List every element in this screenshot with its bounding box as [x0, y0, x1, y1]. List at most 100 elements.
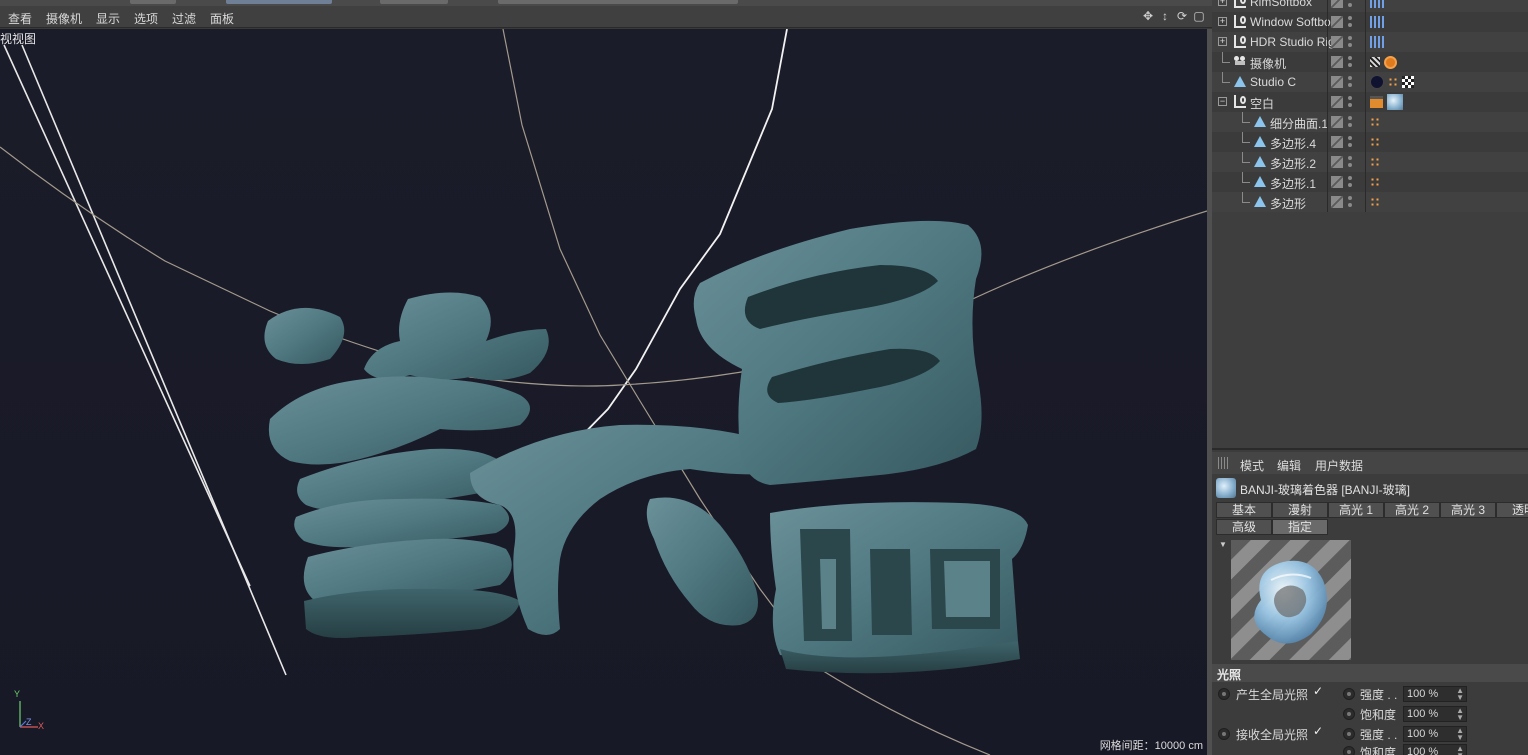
expand-toggle-icon[interactable]: +	[1218, 0, 1227, 6]
maximize-view-icon[interactable]: ▢	[1192, 9, 1206, 23]
render-visibility-dot[interactable]	[1348, 83, 1352, 87]
menu-filter[interactable]: 过滤	[172, 10, 196, 27]
material-tab[interactable]: 高光 1	[1328, 502, 1384, 518]
saturation-1-field[interactable]: 100 % ▲ ▼	[1403, 706, 1467, 722]
saturation-2-field[interactable]: 100 %▲▼	[1403, 744, 1467, 755]
object-row[interactable]: 摄像机	[1212, 52, 1528, 72]
layer-toggle[interactable]	[1331, 156, 1343, 168]
no-entry-tag-icon[interactable]	[1384, 55, 1397, 69]
object-row[interactable]: + HDR Studio Rig	[1212, 32, 1528, 52]
gi-generate-checkbox[interactable]: ✓	[1313, 684, 1323, 698]
layer-toggle[interactable]	[1331, 196, 1343, 208]
editor-visibility-dot[interactable]	[1348, 36, 1352, 40]
menu-panel[interactable]: 面板	[210, 10, 234, 27]
target-tag-icon[interactable]	[1370, 36, 1384, 48]
object-tags[interactable]	[1370, 155, 1380, 169]
collapse-arrow-icon[interactable]: ▼	[1219, 540, 1227, 549]
object-name[interactable]: 多边形.2	[1270, 155, 1316, 172]
object-tags[interactable]	[1370, 0, 1384, 9]
object-name[interactable]: 细分曲面.1	[1270, 115, 1328, 132]
gi-receive-radio[interactable]	[1218, 728, 1230, 740]
menu-view[interactable]: 查看	[8, 10, 32, 27]
render-visibility-dot[interactable]	[1348, 183, 1352, 187]
glass-material-tag-icon[interactable]	[1387, 94, 1403, 110]
material-tab[interactable]: 高光 3	[1440, 502, 1496, 518]
section-lighting-header[interactable]: 光照	[1212, 664, 1528, 682]
editor-visibility-dot[interactable]	[1348, 136, 1352, 140]
render-visibility-dot[interactable]	[1348, 123, 1352, 127]
clapper-tag-icon[interactable]	[1370, 96, 1383, 108]
expand-toggle-icon[interactable]: +	[1218, 17, 1227, 26]
render-visibility-dot[interactable]	[1348, 143, 1352, 147]
am-menu-edit[interactable]: 编辑	[1277, 457, 1301, 474]
object-name[interactable]: Window Softbox	[1250, 15, 1337, 29]
editor-visibility-dot[interactable]	[1348, 16, 1352, 20]
object-name[interactable]: 多边形.4	[1270, 135, 1316, 152]
layer-toggle[interactable]	[1331, 56, 1343, 68]
layer-toggle[interactable]	[1331, 36, 1343, 48]
editor-visibility-dot[interactable]	[1348, 176, 1352, 180]
expand-toggle-icon[interactable]: −	[1218, 97, 1227, 106]
checker-tag-icon[interactable]	[1402, 76, 1414, 88]
editor-visibility-dot[interactable]	[1348, 76, 1352, 80]
object-row[interactable]: + RimSoftbox	[1212, 0, 1528, 12]
object-manager-panel[interactable]: + RimSoftbox + Window Softbox + HDR Studio Ri…	[1212, 0, 1528, 448]
object-tags[interactable]	[1370, 35, 1384, 49]
menu-camera[interactable]: 摄像机	[46, 10, 82, 27]
material-tab[interactable]: 基本	[1216, 502, 1272, 518]
material-tab[interactable]: 高级	[1216, 519, 1272, 535]
grip-icon[interactable]	[1218, 457, 1230, 469]
strength-2-field[interactable]: 100 % ▲ ▼	[1403, 726, 1467, 742]
am-menu-userdata[interactable]: 用户数据	[1315, 457, 1363, 474]
am-menu-mode[interactable]: 模式	[1240, 457, 1264, 474]
target-tag-icon[interactable]	[1370, 16, 1384, 28]
material-tab[interactable]: 指定	[1272, 519, 1328, 535]
object-tags[interactable]	[1370, 15, 1384, 29]
object-row[interactable]: + Window Softbox	[1212, 12, 1528, 32]
layer-toggle[interactable]	[1331, 0, 1343, 8]
menu-options[interactable]: 选项	[134, 10, 158, 27]
phong-tag-icon[interactable]	[1370, 157, 1380, 167]
expand-toggle-icon[interactable]: +	[1218, 37, 1227, 46]
object-row[interactable]: 多边形.2	[1212, 152, 1528, 172]
saturation-1-radio[interactable]	[1343, 708, 1355, 720]
material-tab[interactable]: 高光 2	[1384, 502, 1440, 518]
render-visibility-dot[interactable]	[1348, 63, 1352, 67]
phong-tag-icon[interactable]	[1388, 77, 1398, 87]
object-list-empty-area[interactable]	[1212, 212, 1528, 448]
object-tags[interactable]	[1370, 94, 1403, 110]
object-tags[interactable]	[1370, 195, 1380, 209]
render-visibility-dot[interactable]	[1348, 163, 1352, 167]
phong-tag-icon[interactable]	[1370, 137, 1380, 147]
material-tag-icon[interactable]	[1370, 75, 1384, 89]
object-row[interactable]: 多边形	[1212, 192, 1528, 212]
layer-toggle[interactable]	[1331, 76, 1343, 88]
target-tag-icon[interactable]	[1370, 0, 1384, 8]
layer-toggle[interactable]	[1331, 16, 1343, 28]
render-visibility-dot[interactable]	[1348, 23, 1352, 27]
phong-tag-icon[interactable]	[1370, 117, 1380, 127]
editor-visibility-dot[interactable]	[1348, 56, 1352, 60]
editor-visibility-dot[interactable]	[1348, 196, 1352, 200]
object-tags[interactable]	[1370, 115, 1380, 129]
gi-receive-checkbox[interactable]: ✓	[1313, 724, 1323, 738]
layer-toggle[interactable]	[1331, 176, 1343, 188]
object-tags[interactable]	[1370, 55, 1397, 69]
layer-toggle[interactable]	[1331, 96, 1343, 108]
object-name[interactable]: 多边形	[1270, 195, 1306, 212]
dolly-icon[interactable]: ↕	[1158, 9, 1172, 23]
material-tab[interactable]: 漫射	[1272, 502, 1328, 518]
material-tab[interactable]: 透明	[1496, 502, 1528, 518]
object-name[interactable]: 空白	[1250, 95, 1274, 112]
viewport-canvas[interactable]: 视视图 Y Z X 网格间距：10000 cm	[0, 29, 1207, 755]
editor-visibility-dot[interactable]	[1348, 156, 1352, 160]
render-visibility-dot[interactable]	[1348, 3, 1352, 7]
object-row[interactable]: 细分曲面.1	[1212, 112, 1528, 132]
material-preview[interactable]	[1231, 540, 1351, 660]
render-visibility-dot[interactable]	[1348, 203, 1352, 207]
saturation-2-radio[interactable]	[1343, 746, 1355, 755]
object-tags[interactable]	[1370, 135, 1380, 149]
viewport-panel[interactable]: 查看 摄像机 显示 选项 过滤 面板 ✥ ↕ ⟳ ▢ 视视图 Y Z X 网格间…	[0, 0, 1212, 755]
object-name[interactable]: Studio C	[1250, 75, 1296, 89]
strength-1-field[interactable]: 100 % ▲ ▼	[1403, 686, 1467, 702]
